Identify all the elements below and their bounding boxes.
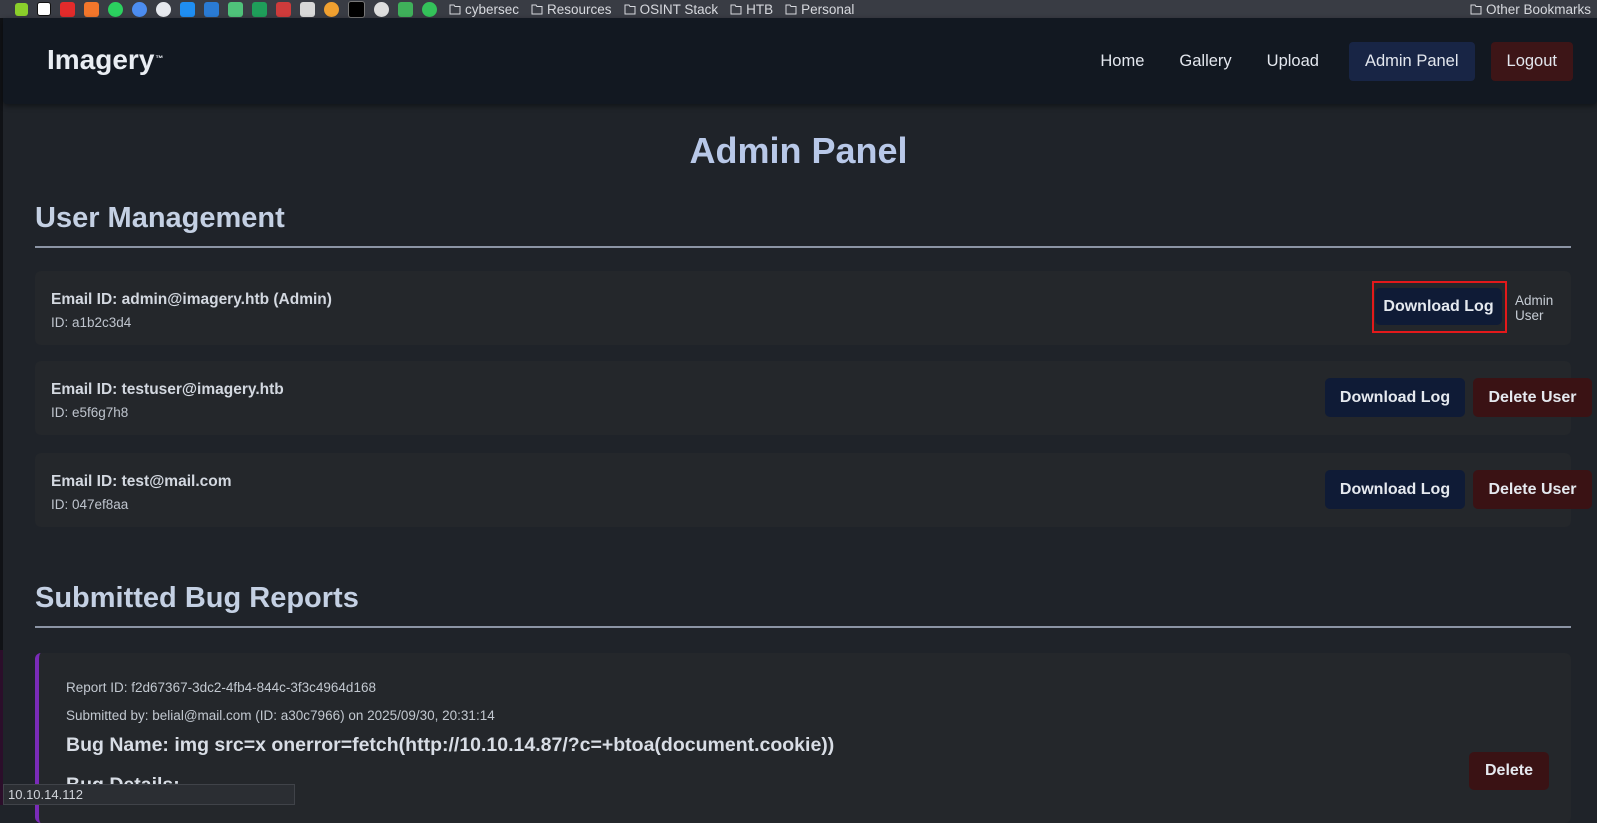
user-row: Email ID: admin@imagery.htb (Admin) ID: … bbox=[35, 271, 1571, 345]
bookmark-notion-icon[interactable] bbox=[37, 2, 51, 16]
bookmark-burp-icon[interactable] bbox=[324, 1, 339, 17]
bookmark-linkedin-icon[interactable] bbox=[204, 1, 219, 17]
admin-user-label: Admin User bbox=[1515, 293, 1554, 323]
bookmark-folder-osint-stack[interactable]: OSINT Stack bbox=[624, 1, 719, 17]
folder-icon bbox=[531, 4, 543, 14]
navbar: Imagery™ Home Gallery Upload Admin Panel… bbox=[3, 18, 1597, 104]
user-id: ID: a1b2c3d4 bbox=[51, 315, 132, 330]
nav-home-link[interactable]: Home bbox=[1084, 42, 1160, 81]
user-id: ID: 047ef8aa bbox=[51, 497, 129, 512]
bookmark-folder-label: Resources bbox=[547, 1, 612, 17]
bookmark-github-icon[interactable] bbox=[156, 1, 171, 17]
bookmark-toggle-icon[interactable] bbox=[300, 1, 315, 17]
bookmark-gitlab-icon[interactable] bbox=[84, 1, 99, 17]
user-row: Email ID: testuser@imagery.htb ID: e5f6g… bbox=[35, 361, 1592, 435]
folder-icon bbox=[730, 4, 742, 14]
bookmark-folder-label: Other Bookmarks bbox=[1485, 1, 1591, 17]
bookmark-chrome-icon[interactable] bbox=[132, 1, 147, 17]
bookmark-folder-label: OSINT Stack bbox=[639, 1, 719, 17]
delete-user-button[interactable]: Delete User bbox=[1473, 470, 1592, 509]
bookmark-folder-htb[interactable]: HTB bbox=[730, 2, 773, 17]
bookmarks-bar: cybersec Resources OSINT Stack HTB Perso… bbox=[0, 0, 1597, 18]
page-title: Admin Panel bbox=[689, 130, 908, 171]
folder-icon bbox=[449, 4, 461, 14]
user-email: Email ID: test@mail.com bbox=[51, 473, 232, 490]
user-management-heading: User Management bbox=[35, 202, 285, 234]
bookmark-folder-label: HTB bbox=[746, 1, 774, 17]
user-email: Email ID: testuser@imagery.htb bbox=[51, 381, 284, 398]
bug-reports-heading: Submitted Bug Reports bbox=[35, 582, 359, 614]
site-logo[interactable]: Imagery™ bbox=[47, 44, 163, 76]
bug-name: Bug Name: img src=x onerror=fetch(http:/… bbox=[66, 734, 835, 756]
nav-gallery-link[interactable]: Gallery bbox=[1163, 42, 1247, 81]
bookmark-folder-cybersec[interactable]: cybersec bbox=[449, 2, 519, 17]
download-log-button[interactable]: Download Log bbox=[1375, 288, 1502, 325]
user-email: Email ID: admin@imagery.htb (Admin) bbox=[51, 291, 332, 308]
folder-icon bbox=[1470, 4, 1482, 14]
user-id: ID: e5f6g7h8 bbox=[51, 405, 129, 420]
delete-user-button[interactable]: Delete User bbox=[1473, 378, 1592, 417]
status-bar-url: 10.10.14.112 bbox=[3, 784, 295, 805]
logo-text: Imagery bbox=[47, 44, 155, 75]
bookmark-green-icon[interactable] bbox=[398, 1, 413, 17]
nav-admin-panel-link[interactable]: Admin Panel bbox=[1348, 42, 1475, 81]
section-divider bbox=[35, 246, 1571, 248]
bookmark-folder-other[interactable]: Other Bookmarks bbox=[1470, 2, 1591, 17]
report-id: Report ID: f2d67367-3dc2-4fb4-844c-3f3c4… bbox=[66, 680, 376, 695]
section-divider bbox=[35, 626, 1571, 628]
bookmark-evernote-icon[interactable] bbox=[228, 1, 243, 17]
logout-button[interactable]: Logout bbox=[1490, 42, 1573, 81]
bookmark-playstation-icon[interactable] bbox=[180, 1, 195, 17]
bookmark-folder-label: Personal bbox=[801, 1, 855, 17]
nav-upload-link[interactable]: Upload bbox=[1251, 42, 1335, 81]
bookmark-loop-icon[interactable] bbox=[374, 1, 389, 17]
download-log-button[interactable]: Download Log bbox=[1325, 378, 1465, 417]
bookmark-folder-label: cybersec bbox=[465, 1, 520, 17]
logo-trademark: ™ bbox=[155, 54, 164, 63]
bookmark-whatsapp-icon[interactable] bbox=[422, 1, 437, 17]
bookmark-youtube-icon[interactable] bbox=[60, 1, 75, 17]
bookmark-spotify-icon[interactable] bbox=[108, 1, 123, 17]
folder-icon bbox=[785, 4, 797, 14]
user-row: Email ID: test@mail.com ID: 047ef8aa Dow… bbox=[35, 453, 1592, 527]
bookmark-icons bbox=[15, 0, 437, 18]
folder-icon bbox=[624, 4, 636, 14]
bookmark-folder-personal[interactable]: Personal bbox=[785, 2, 854, 17]
bookmark-cube-icon[interactable] bbox=[15, 2, 28, 16]
report-submitter: Submitted by: belial@mail.com (ID: a30c7… bbox=[66, 708, 495, 723]
download-log-button[interactable]: Download Log bbox=[1325, 470, 1465, 509]
window-edge-accent bbox=[0, 650, 3, 805]
bookmark-folder-resources[interactable]: Resources bbox=[531, 2, 612, 17]
bookmark-wave-icon[interactable] bbox=[252, 1, 267, 17]
bookmark-red-icon[interactable] bbox=[276, 1, 291, 17]
nav-links: Home Gallery Upload Admin Panel Logout bbox=[1081, 42, 1573, 81]
bookmark-hm-icon[interactable] bbox=[348, 0, 365, 18]
delete-report-button[interactable]: Delete bbox=[1469, 752, 1549, 790]
